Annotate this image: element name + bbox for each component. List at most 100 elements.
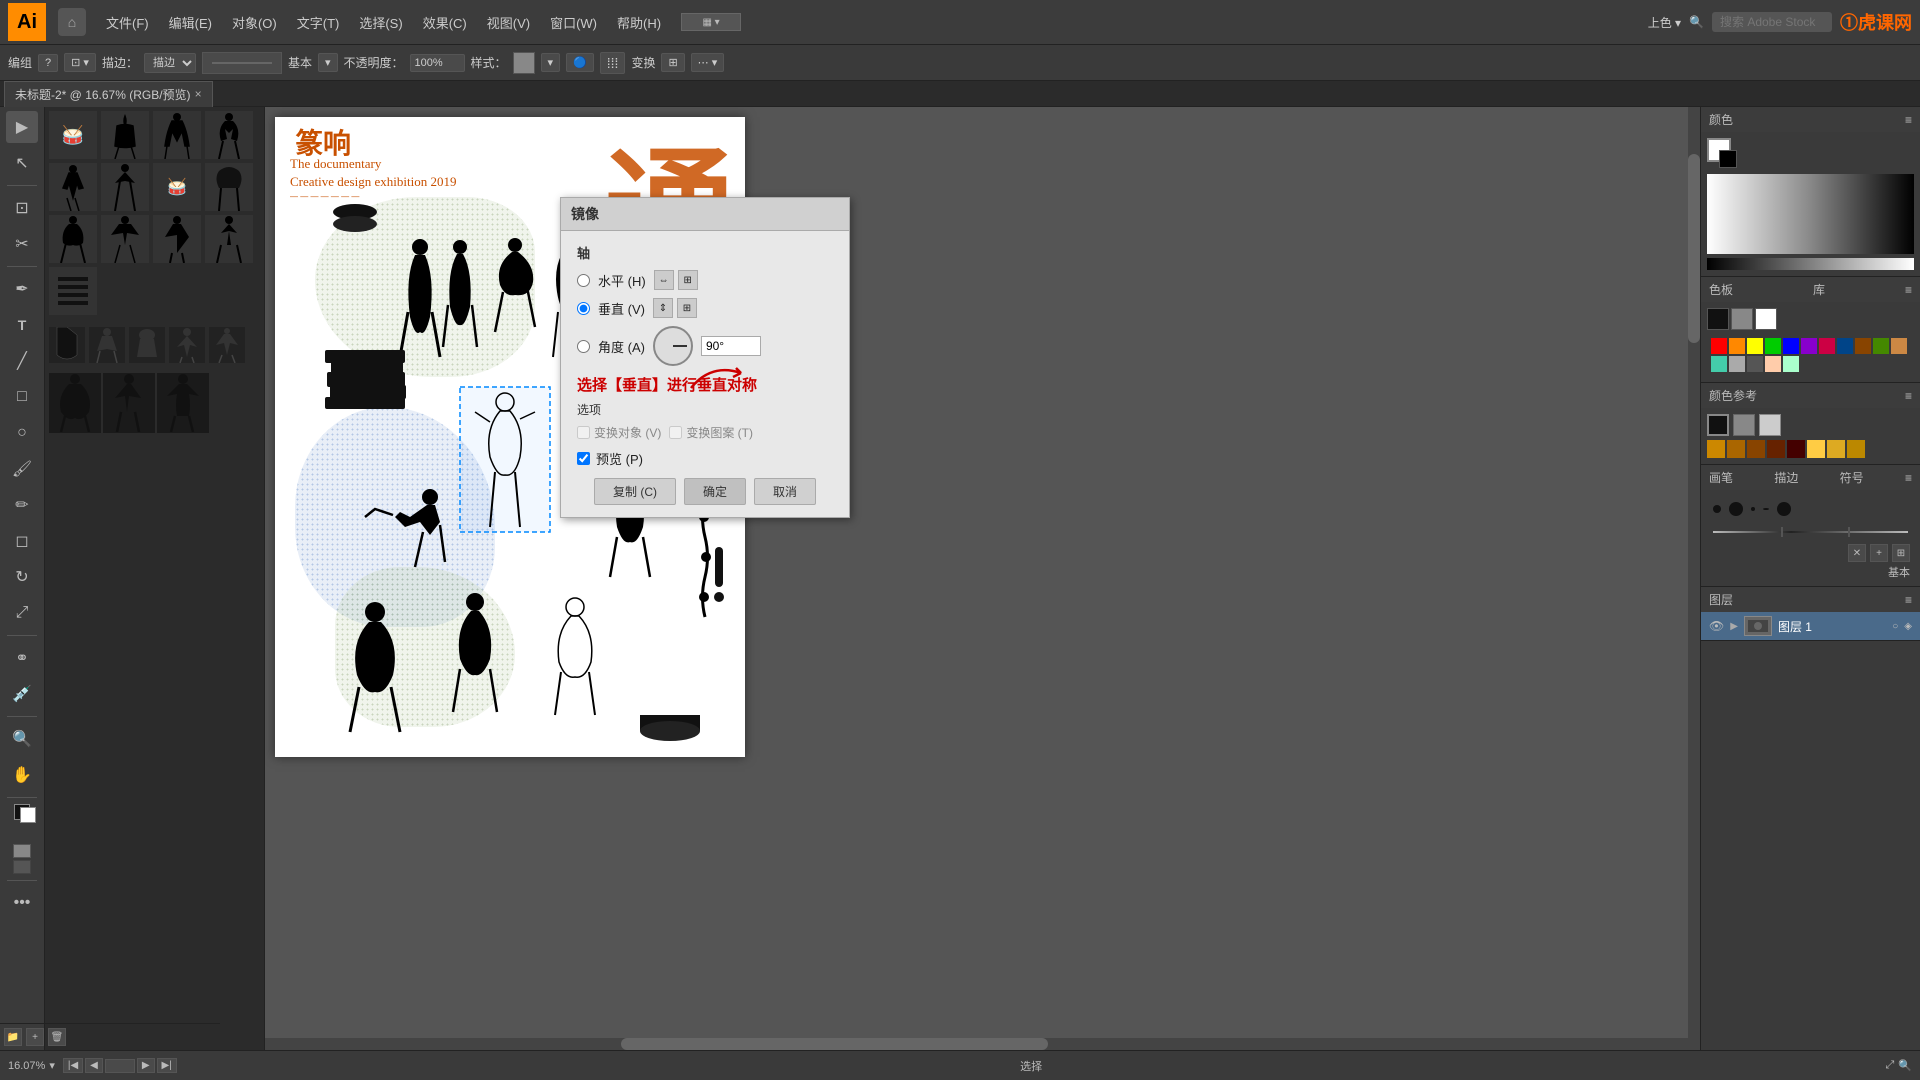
brush-tab-label[interactable]: 画笔: [1709, 469, 1733, 486]
ref-swatch[interactable]: [1847, 440, 1865, 458]
style-options[interactable]: ▾: [541, 53, 561, 72]
swatch-darkblue[interactable]: [1837, 338, 1853, 354]
external-link-icon[interactable]: ⤢: [1886, 1059, 1895, 1072]
asset-item[interactable]: [205, 215, 253, 263]
stroke-indicator[interactable]: [1719, 150, 1737, 168]
menu-object[interactable]: 对象(O): [224, 9, 285, 36]
last-page-btn[interactable]: ▶|: [157, 1058, 177, 1073]
search-input[interactable]: [1712, 12, 1832, 32]
stroke-type-select[interactable]: 描边: [144, 53, 196, 73]
ref-swatch[interactable]: [1727, 440, 1745, 458]
menu-type[interactable]: 文字(T): [289, 9, 348, 36]
hand-tool[interactable]: ✋: [6, 759, 38, 791]
white-swatch[interactable]: [1755, 308, 1777, 330]
search-status-icon[interactable]: 🔍: [1898, 1059, 1912, 1072]
page-number-input[interactable]: 1: [105, 1059, 135, 1073]
artboard-tool[interactable]: ⊡: [6, 192, 38, 224]
blend-tool[interactable]: ⚭: [6, 642, 38, 674]
asset-item[interactable]: [49, 163, 97, 211]
h-icon-2[interactable]: ⊞: [678, 270, 698, 290]
asset-item[interactable]: [49, 215, 97, 263]
help-button[interactable]: ?: [38, 54, 58, 72]
asset-item[interactable]: [101, 215, 149, 263]
copy-button[interactable]: 复制 (C): [594, 478, 676, 505]
asset-item[interactable]: [101, 163, 149, 211]
normal-mode[interactable]: [13, 844, 31, 858]
stroke-swatch[interactable]: [20, 807, 36, 823]
dark-asset-item[interactable]: [49, 327, 85, 363]
next-page-btn[interactable]: ▶: [137, 1058, 155, 1073]
delete-layer-btn[interactable]: 🗑: [48, 1028, 66, 1046]
v-icon-1[interactable]: ⇕: [653, 298, 673, 318]
swatch-mint[interactable]: [1783, 356, 1799, 372]
ok-button[interactable]: 确定: [684, 478, 746, 505]
ref-black[interactable]: [1707, 414, 1729, 436]
vertical-scrollbar-thumb[interactable]: [1688, 154, 1700, 343]
brush-tool[interactable]: 🖌: [6, 453, 38, 485]
zoom-dropdown-icon[interactable]: ▾: [49, 1059, 55, 1072]
new-layer-btn[interactable]: +: [26, 1028, 44, 1046]
opacity-input[interactable]: [410, 54, 465, 72]
brush-add-btn[interactable]: +: [1870, 544, 1888, 562]
ellipse-tool[interactable]: ○: [6, 417, 38, 449]
ref-swatch[interactable]: [1787, 440, 1805, 458]
ref-swatch[interactable]: [1767, 440, 1785, 458]
ref-circle[interactable]: [1733, 414, 1755, 436]
asset-item[interactable]: 🥁: [49, 111, 97, 159]
stroke-options[interactable]: ▾: [318, 53, 338, 72]
swatch-brown[interactable]: [1855, 338, 1871, 354]
dark-figure-item[interactable]: [157, 373, 209, 433]
menu-view[interactable]: 视图(V): [479, 9, 538, 36]
transform-fill-checkbox[interactable]: [669, 426, 682, 439]
grayscale-slider[interactable]: [1707, 258, 1914, 270]
angle-radio[interactable]: [577, 340, 590, 353]
horizontal-radio[interactable]: [577, 274, 590, 287]
menu-window[interactable]: 窗口(W): [542, 9, 605, 36]
asset-item[interactable]: [153, 111, 201, 159]
asset-item[interactable]: [153, 215, 201, 263]
brush-dot-4[interactable]: [1763, 508, 1769, 510]
cancel-button[interactable]: 取消: [754, 478, 816, 505]
rect-tool[interactable]: □: [6, 381, 38, 413]
brush-menu-btn[interactable]: ⊞: [1892, 544, 1910, 562]
swatch-lgray[interactable]: [1729, 356, 1745, 372]
select-tool[interactable]: ▶: [6, 111, 38, 143]
asset-item[interactable]: [101, 111, 149, 159]
direct-select-tool[interactable]: ↖: [6, 147, 38, 179]
transform-btn[interactable]: ⊞: [661, 53, 684, 72]
angle-input[interactable]: 90°: [701, 336, 761, 356]
dark-figure-item[interactable]: [49, 373, 101, 433]
eraser-tool[interactable]: ◻: [6, 525, 38, 557]
menu-select[interactable]: 选择(S): [351, 9, 410, 36]
horizontal-scrollbar[interactable]: [265, 1038, 1688, 1050]
brush-dot-3[interactable]: [1751, 507, 1755, 511]
brush-dot-1[interactable]: [1713, 505, 1721, 513]
swatch-red[interactable]: [1711, 338, 1727, 354]
new-sublayer-btn[interactable]: 📁: [4, 1028, 22, 1046]
pencil-tool[interactable]: ✏: [6, 489, 38, 521]
document-tab[interactable]: 未标题-2* @ 16.67% (RGB/预览) ×: [4, 81, 213, 107]
swatch-blue[interactable]: [1783, 338, 1799, 354]
isolate-button[interactable]: ⊡ ▾: [64, 53, 96, 72]
slice-tool[interactable]: ✂: [6, 228, 38, 260]
preview-checkbox[interactable]: [577, 452, 590, 465]
swatch-panel-options[interactable]: ≡: [1905, 283, 1912, 297]
asset-item[interactable]: [49, 267, 97, 315]
dark-asset-item[interactable]: [209, 327, 245, 363]
menu-edit[interactable]: 编辑(E): [161, 9, 220, 36]
ref-swatch[interactable]: [1747, 440, 1765, 458]
swatch-yellow[interactable]: [1747, 338, 1763, 354]
canvas-area[interactable]: 篆响 The documentaryCreative design exhibi…: [265, 107, 1700, 1050]
color-gradient-bar[interactable]: [1707, 174, 1914, 254]
color-ref-options[interactable]: ≡: [1905, 389, 1912, 403]
swatch-teal[interactable]: [1711, 356, 1727, 372]
layer-visibility-icon[interactable]: 👁: [1709, 619, 1724, 633]
prev-page-btn[interactable]: ◀: [85, 1058, 103, 1073]
type-tool[interactable]: T: [6, 309, 38, 341]
brush-dot-2[interactable]: [1729, 502, 1743, 516]
swatch-olive[interactable]: [1873, 338, 1889, 354]
asset-item[interactable]: [205, 111, 253, 159]
brush-panel-options[interactable]: ≡: [1905, 471, 1912, 485]
ref-pattern[interactable]: ⊞: [1759, 414, 1781, 436]
asset-item[interactable]: [205, 163, 253, 211]
